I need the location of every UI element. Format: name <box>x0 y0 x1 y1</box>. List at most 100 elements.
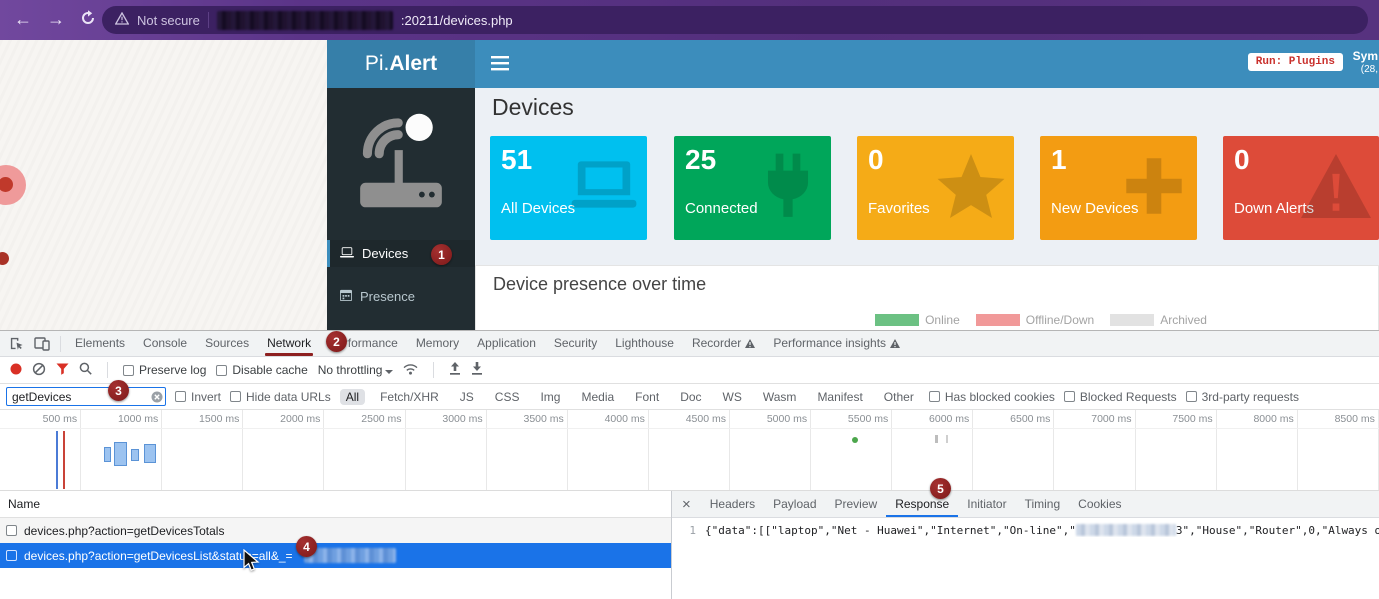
stat-card-down-alerts[interactable]: 0 Down Alerts <box>1223 136 1379 240</box>
tab-performance-insights[interactable]: Performance insights <box>764 331 909 356</box>
legend-item-online[interactable]: Online <box>875 313 960 327</box>
tab-elements[interactable]: Elements <box>66 331 134 356</box>
legend-item-archived[interactable]: Archived <box>1110 313 1207 327</box>
timeline-tick: 8000 ms <box>1217 410 1298 491</box>
checkbox-label: Hide data URLs <box>246 390 331 404</box>
throttling-select[interactable]: No throttling <box>318 363 394 378</box>
filter-type-all[interactable]: All <box>340 389 365 405</box>
filter-type-ws[interactable]: WS <box>717 389 748 405</box>
invert-checkbox[interactable]: Invert <box>175 390 221 404</box>
timeline-tick: 8500 ms <box>1298 410 1379 491</box>
address-bar[interactable]: Not secure :20211/devices.php <box>102 6 1368 34</box>
sidebar-item-presence[interactable]: Presence <box>327 283 475 310</box>
sidebar-item-devices[interactable]: Devices <box>327 240 475 267</box>
tab-recorder[interactable]: Recorder <box>683 331 764 356</box>
domcontentloaded-marker <box>56 431 58 489</box>
checkbox-label: Blocked Requests <box>1080 390 1177 404</box>
checkbox[interactable] <box>216 365 227 376</box>
network-conditions-icon[interactable] <box>403 363 418 378</box>
tab-lighthouse[interactable]: Lighthouse <box>606 331 683 356</box>
response-body[interactable]: 1{"data":[["laptop","Net - Huawei","Inte… <box>672 518 1379 537</box>
checkbox[interactable] <box>929 391 940 402</box>
preserve-log-checkbox[interactable]: Preserve log <box>123 363 206 377</box>
divider <box>60 336 61 352</box>
forward-icon[interactable]: → <box>47 8 65 30</box>
run-plugins-button[interactable]: Run: Plugins <box>1248 53 1343 71</box>
request-list-header[interactable]: Name <box>0 491 671 518</box>
legend-item-offline[interactable]: Offline/Down <box>976 313 1094 327</box>
import-har-icon[interactable] <box>449 362 461 378</box>
detail-tab-timing[interactable]: Timing <box>1016 491 1070 517</box>
clear-icon[interactable] <box>32 362 46 379</box>
timeline-tick: 4000 ms <box>568 410 649 491</box>
request-name: devices.php?action=getDevicesTotals <box>24 524 224 538</box>
clear-filter-icon[interactable] <box>151 391 163 406</box>
tab-label: Performance insights <box>773 331 886 356</box>
stat-card-new-devices[interactable]: 1 New Devices <box>1040 136 1197 240</box>
stat-card-connected[interactable]: 25 Connected <box>674 136 831 240</box>
third-party-requests-checkbox[interactable]: 3rd-party requests <box>1186 390 1299 404</box>
detail-tab-payload[interactable]: Payload <box>764 491 825 517</box>
filter-type-js[interactable]: JS <box>454 389 480 405</box>
disable-cache-checkbox[interactable]: Disable cache <box>216 363 307 377</box>
checkbox[interactable] <box>1064 391 1075 402</box>
redacted-query-param <box>304 548 396 563</box>
app-logo[interactable]: Pi.Alert <box>327 40 475 88</box>
annotation-step-2: 2 <box>326 331 347 352</box>
has-blocked-cookies-checkbox[interactable]: Has blocked cookies <box>929 390 1055 404</box>
filter-type-font[interactable]: Font <box>629 389 665 405</box>
close-icon[interactable]: × <box>672 496 701 513</box>
checkbox[interactable] <box>230 391 241 402</box>
filter-type-img[interactable]: Img <box>534 389 566 405</box>
chevron-down-icon <box>385 370 393 378</box>
detail-tab-cookies[interactable]: Cookies <box>1069 491 1130 517</box>
back-icon[interactable]: ← <box>14 8 32 30</box>
filter-type-doc[interactable]: Doc <box>674 389 707 405</box>
device-toolbar-icon[interactable] <box>29 336 55 351</box>
checkbox-label: Invert <box>191 390 221 404</box>
checkbox[interactable] <box>1186 391 1197 402</box>
checkbox-label: 3rd-party requests <box>1202 390 1299 404</box>
blocked-requests-checkbox[interactable]: Blocked Requests <box>1064 390 1177 404</box>
tab-sources[interactable]: Sources <box>196 331 258 356</box>
request-row[interactable]: devices.php?action=getDevicesTotals <box>0 518 671 543</box>
navbar-user[interactable]: Sym (28, <box>1353 49 1378 77</box>
filter-type-manifest[interactable]: Manifest <box>811 389 868 405</box>
detail-tab-preview[interactable]: Preview <box>826 491 887 517</box>
network-overview-timeline[interactable]: 500 ms 1000 ms 1500 ms 2000 ms 2500 ms 3… <box>0 410 1379 491</box>
tab-network[interactable]: Network <box>258 331 320 356</box>
checkbox[interactable] <box>6 550 17 561</box>
experiment-warning-icon <box>745 339 755 348</box>
brand-suffix: Alert <box>389 52 437 76</box>
hide-data-urls-checkbox[interactable]: Hide data URLs <box>230 390 331 404</box>
tab-console[interactable]: Console <box>134 331 196 356</box>
reload-icon[interactable] <box>80 9 96 31</box>
stat-card-all-devices[interactable]: 51 All Devices <box>490 136 647 240</box>
filter-input[interactable] <box>6 387 166 406</box>
sidebar-toggle-icon[interactable] <box>491 56 509 76</box>
record-icon[interactable] <box>10 363 22 378</box>
checkbox[interactable] <box>6 525 17 536</box>
request-row-selected[interactable]: devices.php?action=getDevicesList&status… <box>0 543 671 568</box>
tab-security[interactable]: Security <box>545 331 606 356</box>
search-icon[interactable] <box>79 362 92 378</box>
filter-type-wasm[interactable]: Wasm <box>757 389 803 405</box>
stat-card-favorites[interactable]: 0 Favorites <box>857 136 1014 240</box>
checkbox[interactable] <box>123 365 134 376</box>
inspect-element-icon[interactable] <box>0 336 29 351</box>
filter-icon[interactable] <box>56 363 69 378</box>
detail-tab-headers[interactable]: Headers <box>701 491 764 517</box>
tab-application[interactable]: Application <box>468 331 545 356</box>
export-har-icon[interactable] <box>471 362 483 378</box>
line-number: 1 <box>672 524 696 537</box>
plus-icon <box>1117 151 1191 221</box>
filter-type-css[interactable]: CSS <box>489 389 526 405</box>
tab-memory[interactable]: Memory <box>407 331 468 356</box>
request-activity-bar <box>114 442 127 466</box>
filter-type-other[interactable]: Other <box>878 389 920 405</box>
checkbox[interactable] <box>175 391 186 402</box>
detail-tab-initiator[interactable]: Initiator <box>958 491 1015 517</box>
app-sidebar: Devices Presence <box>327 88 475 330</box>
filter-type-fetch-xhr[interactable]: Fetch/XHR <box>374 389 445 405</box>
filter-type-media[interactable]: Media <box>575 389 620 405</box>
